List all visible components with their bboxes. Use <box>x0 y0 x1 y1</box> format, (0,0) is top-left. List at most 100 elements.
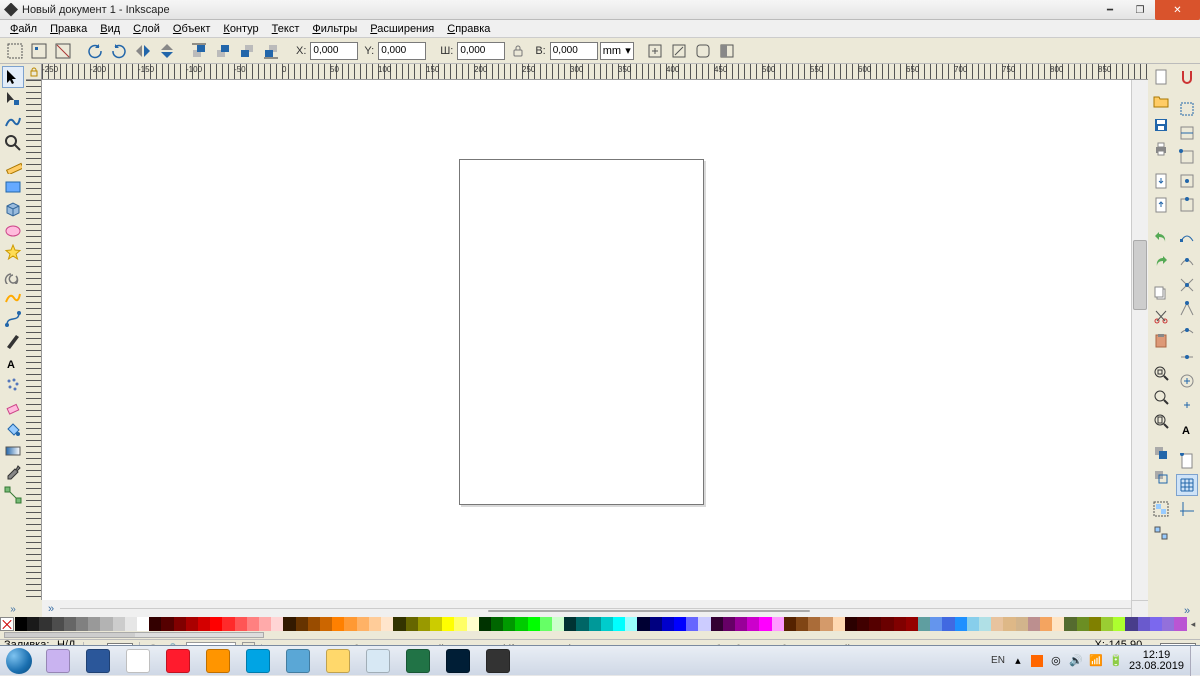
taskbar-chrome[interactable] <box>118 646 158 676</box>
menu-фильтры[interactable]: Фильтры <box>306 22 363 36</box>
swatch[interactable] <box>1150 617 1162 631</box>
select-tool[interactable] <box>2 66 24 88</box>
swatch[interactable] <box>1040 617 1052 631</box>
swatch[interactable] <box>735 617 747 631</box>
snap-bbox-mid-icon[interactable] <box>1176 194 1198 216</box>
swatch[interactable] <box>442 617 454 631</box>
menu-справка[interactable]: Справка <box>441 22 496 36</box>
snap-intersect-icon[interactable] <box>1176 274 1198 296</box>
lower-icon[interactable] <box>236 40 258 62</box>
spiral-tool[interactable] <box>2 264 24 286</box>
swatch[interactable] <box>39 617 51 631</box>
snap-bbox-corner-icon[interactable] <box>1176 146 1198 168</box>
swatch[interactable] <box>113 617 125 631</box>
zoom-fit-icon[interactable] <box>1150 362 1172 384</box>
cut-icon[interactable] <box>1150 306 1172 328</box>
snap-midpoint-icon[interactable] <box>1176 346 1198 368</box>
swatch[interactable] <box>759 617 771 631</box>
unlink-clone-icon[interactable] <box>1150 466 1172 488</box>
swatch[interactable] <box>979 617 991 631</box>
swatch[interactable] <box>906 617 918 631</box>
w-input[interactable] <box>457 42 505 60</box>
unit-select[interactable]: mm▾ <box>600 42 634 60</box>
snap-bbox-edge-icon[interactable] <box>1176 122 1198 144</box>
swatch[interactable] <box>845 617 857 631</box>
menu-файл[interactable]: Файл <box>4 22 43 36</box>
y-input[interactable] <box>378 42 426 60</box>
swatch[interactable] <box>1101 617 1113 631</box>
deselect-icon[interactable] <box>52 40 74 62</box>
language-indicator[interactable]: EN <box>991 655 1005 666</box>
open-icon[interactable] <box>1150 90 1172 112</box>
new-doc-icon[interactable] <box>1150 66 1172 88</box>
tray-wifi-icon[interactable]: 📶 <box>1089 654 1103 668</box>
swatch[interactable] <box>491 617 503 631</box>
swatch[interactable] <box>235 617 247 631</box>
swatch[interactable] <box>1138 617 1150 631</box>
swatch[interactable] <box>637 617 649 631</box>
taskbar-yandex[interactable] <box>38 646 78 676</box>
swatch[interactable] <box>479 617 491 631</box>
swatch[interactable] <box>247 617 259 631</box>
swatch[interactable] <box>772 617 784 631</box>
swatch[interactable] <box>467 617 479 631</box>
select-all-icon[interactable] <box>4 40 26 62</box>
redo-icon[interactable] <box>1150 250 1172 272</box>
swatch[interactable] <box>393 617 405 631</box>
swatch[interactable] <box>991 617 1003 631</box>
connector-tool[interactable] <box>2 484 24 506</box>
node-tool[interactable] <box>2 88 24 110</box>
swatch[interactable] <box>747 617 759 631</box>
swatch[interactable] <box>357 617 369 631</box>
swatch[interactable] <box>1125 617 1137 631</box>
swatch[interactable] <box>894 617 906 631</box>
swatch[interactable] <box>1077 617 1089 631</box>
box3d-tool[interactable] <box>2 198 24 220</box>
rotate-ccw-icon[interactable] <box>84 40 106 62</box>
swatch[interactable] <box>942 617 954 631</box>
tray-action-icon[interactable] <box>1031 655 1043 667</box>
swatch[interactable] <box>967 617 979 631</box>
fill-tool[interactable] <box>2 418 24 440</box>
affect-move-icon[interactable] <box>644 40 666 62</box>
clone-icon[interactable] <box>1150 442 1172 464</box>
taskbar-word[interactable] <box>78 646 118 676</box>
swatch[interactable] <box>784 617 796 631</box>
tray-battery-icon[interactable]: 🔋 <box>1109 654 1123 668</box>
swatch[interactable] <box>88 617 100 631</box>
tray-volume-icon[interactable]: 🔊 <box>1069 654 1083 668</box>
snap-bbox-icon[interactable] <box>1176 98 1198 120</box>
taskbar-inkscape[interactable] <box>478 646 518 676</box>
swatch[interactable] <box>1052 617 1064 631</box>
swatch[interactable] <box>662 617 674 631</box>
affect-corners-icon[interactable] <box>692 40 714 62</box>
swatch[interactable] <box>613 617 625 631</box>
swatch[interactable] <box>296 617 308 631</box>
copy-icon[interactable] <box>1150 282 1172 304</box>
taskbar-excel[interactable] <box>398 646 438 676</box>
menu-текст[interactable]: Текст <box>266 22 306 36</box>
taskbar-notepad[interactable] <box>358 646 398 676</box>
zoom-page-icon[interactable] <box>1150 410 1172 432</box>
swatch[interactable] <box>1162 617 1174 631</box>
menu-вид[interactable]: Вид <box>94 22 126 36</box>
zoom-tool[interactable] <box>2 132 24 154</box>
swatch[interactable] <box>503 617 515 631</box>
canvas-more-left[interactable]: » <box>42 603 60 615</box>
snap-smooth-icon[interactable] <box>1176 322 1198 344</box>
swatch[interactable] <box>198 617 210 631</box>
swatch[interactable] <box>76 617 88 631</box>
measure-tool[interactable] <box>2 154 24 176</box>
snap-page-icon[interactable] <box>1176 450 1198 472</box>
maximize-button[interactable]: ❐ <box>1125 0 1155 20</box>
palette-menu-icon[interactable]: ◂ <box>1186 617 1200 631</box>
swatch[interactable] <box>259 617 271 631</box>
group-icon[interactable] <box>1150 498 1172 520</box>
snap-more[interactable]: » <box>1184 605 1190 617</box>
swatch[interactable] <box>857 617 869 631</box>
undo-icon[interactable] <box>1150 226 1172 248</box>
snap-cusp-icon[interactable] <box>1176 298 1198 320</box>
swatch[interactable] <box>174 617 186 631</box>
ungroup-icon[interactable] <box>1150 522 1172 544</box>
select-nodes-icon[interactable] <box>28 40 50 62</box>
